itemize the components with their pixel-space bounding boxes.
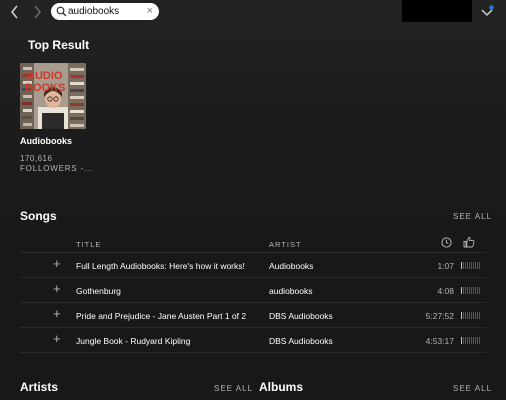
- popularity-tick: [463, 337, 464, 344]
- popularity-tick: [469, 287, 470, 294]
- song-row[interactable]: + Pride and Prejudice - Jane Austen Part…: [20, 303, 486, 328]
- popularity-bar: [461, 262, 481, 270]
- popularity-tick: [479, 312, 480, 319]
- popularity-tick: [477, 287, 478, 294]
- songs-heading: Songs: [20, 209, 57, 223]
- song-title: Full Length Audiobooks: Here's how it wo…: [76, 261, 245, 271]
- popularity-bar: [461, 312, 481, 320]
- popularity-tick: [469, 337, 470, 344]
- popularity-tick: [465, 262, 466, 269]
- popularity-tick: [477, 337, 478, 344]
- song-duration: 5:27:52: [425, 311, 454, 321]
- top-result-cover[interactable]: AUDIO BOOKS: [20, 63, 86, 129]
- followers-label: FOLLOWERS -...: [20, 164, 93, 173]
- popularity-tick: [473, 312, 474, 319]
- popularity-bar: [461, 287, 481, 295]
- song-row[interactable]: + Jungle Book - Rudyard Kipling DBS Audi…: [20, 328, 486, 353]
- song-duration: 4:53:17: [425, 336, 454, 346]
- chevron-left-icon: [10, 5, 18, 19]
- popularity-tick: [471, 287, 472, 294]
- song-title: Pride and Prejudice - Jane Austen Part 1…: [76, 311, 247, 321]
- artist-column-header[interactable]: ARTIST: [269, 240, 302, 249]
- thumbs-up-icon[interactable]: [463, 236, 475, 248]
- followers-count: 170,616: [20, 154, 53, 163]
- song-artist[interactable]: audiobooks: [269, 286, 312, 296]
- search-icon: [56, 6, 67, 17]
- popularity-tick: [463, 262, 464, 269]
- add-icon[interactable]: +: [53, 282, 61, 296]
- back-button[interactable]: [6, 3, 24, 21]
- song-row[interactable]: + Gothenburg audiobooks 4:08: [20, 278, 486, 303]
- popularity-tick: [471, 262, 472, 269]
- popularity-tick: [467, 337, 468, 344]
- popularity-tick: [463, 312, 464, 319]
- popularity-tick: [471, 337, 472, 344]
- popularity-tick: [471, 312, 472, 319]
- search-box[interactable]: ×: [51, 3, 159, 20]
- add-icon[interactable]: +: [53, 257, 61, 271]
- popularity-tick: [473, 262, 474, 269]
- popularity-tick: [465, 312, 466, 319]
- popularity-tick: [479, 337, 480, 344]
- add-icon[interactable]: +: [53, 307, 61, 321]
- albums-see-all-link[interactable]: SEE ALL: [453, 384, 492, 393]
- popularity-tick: [461, 262, 462, 269]
- popularity-tick: [475, 337, 476, 344]
- song-duration: 1:07: [437, 261, 454, 271]
- song-title: Jungle Book - Rudyard Kipling: [76, 336, 191, 346]
- popularity-tick: [473, 287, 474, 294]
- add-icon[interactable]: +: [53, 332, 61, 346]
- song-artist[interactable]: DBS Audiobooks: [269, 336, 333, 346]
- songs-see-all-link[interactable]: SEE ALL: [453, 212, 492, 221]
- popularity-tick: [467, 287, 468, 294]
- popularity-bar: [461, 337, 481, 345]
- user-area[interactable]: [402, 0, 472, 22]
- popularity-tick: [475, 262, 476, 269]
- song-title: Gothenburg: [76, 286, 121, 296]
- popularity-tick: [465, 287, 466, 294]
- popularity-tick: [475, 287, 476, 294]
- song-row[interactable]: + Full Length Audiobooks: Here's how it …: [20, 253, 486, 278]
- popularity-tick: [477, 312, 478, 319]
- user-menu-chevron-icon[interactable]: [479, 4, 495, 20]
- popularity-tick: [475, 312, 476, 319]
- song-artist[interactable]: DBS Audiobooks: [269, 311, 333, 321]
- song-artist[interactable]: Audiobooks: [269, 261, 313, 271]
- popularity-tick: [467, 312, 468, 319]
- popularity-tick: [461, 287, 462, 294]
- song-duration: 4:08: [437, 286, 454, 296]
- albums-heading: Albums: [259, 380, 304, 394]
- top-result-heading: Top Result: [28, 38, 90, 52]
- popularity-tick: [477, 262, 478, 269]
- popularity-tick: [469, 312, 470, 319]
- svg-text:AUDIO: AUDIO: [27, 70, 63, 82]
- popularity-tick: [469, 262, 470, 269]
- popularity-tick: [463, 287, 464, 294]
- popularity-tick: [479, 262, 480, 269]
- clear-icon[interactable]: ×: [147, 5, 153, 18]
- popularity-tick: [465, 337, 466, 344]
- popularity-tick: [461, 337, 462, 344]
- chevron-right-icon: [34, 5, 42, 19]
- popularity-tick: [479, 287, 480, 294]
- search-input[interactable]: [68, 4, 142, 19]
- svg-text:BOOKS: BOOKS: [25, 82, 65, 94]
- top-bar: ×: [0, 0, 506, 26]
- clock-icon[interactable]: [441, 237, 452, 248]
- forward-button[interactable]: [28, 3, 46, 21]
- popularity-tick: [473, 337, 474, 344]
- top-result-name[interactable]: Audiobooks: [20, 136, 72, 146]
- popularity-tick: [467, 262, 468, 269]
- popularity-tick: [461, 312, 462, 319]
- artists-see-all-link[interactable]: SEE ALL: [214, 384, 253, 393]
- title-column-header[interactable]: TITLE: [76, 240, 101, 249]
- artists-heading: Artists: [20, 380, 59, 394]
- row-divider: [20, 352, 486, 353]
